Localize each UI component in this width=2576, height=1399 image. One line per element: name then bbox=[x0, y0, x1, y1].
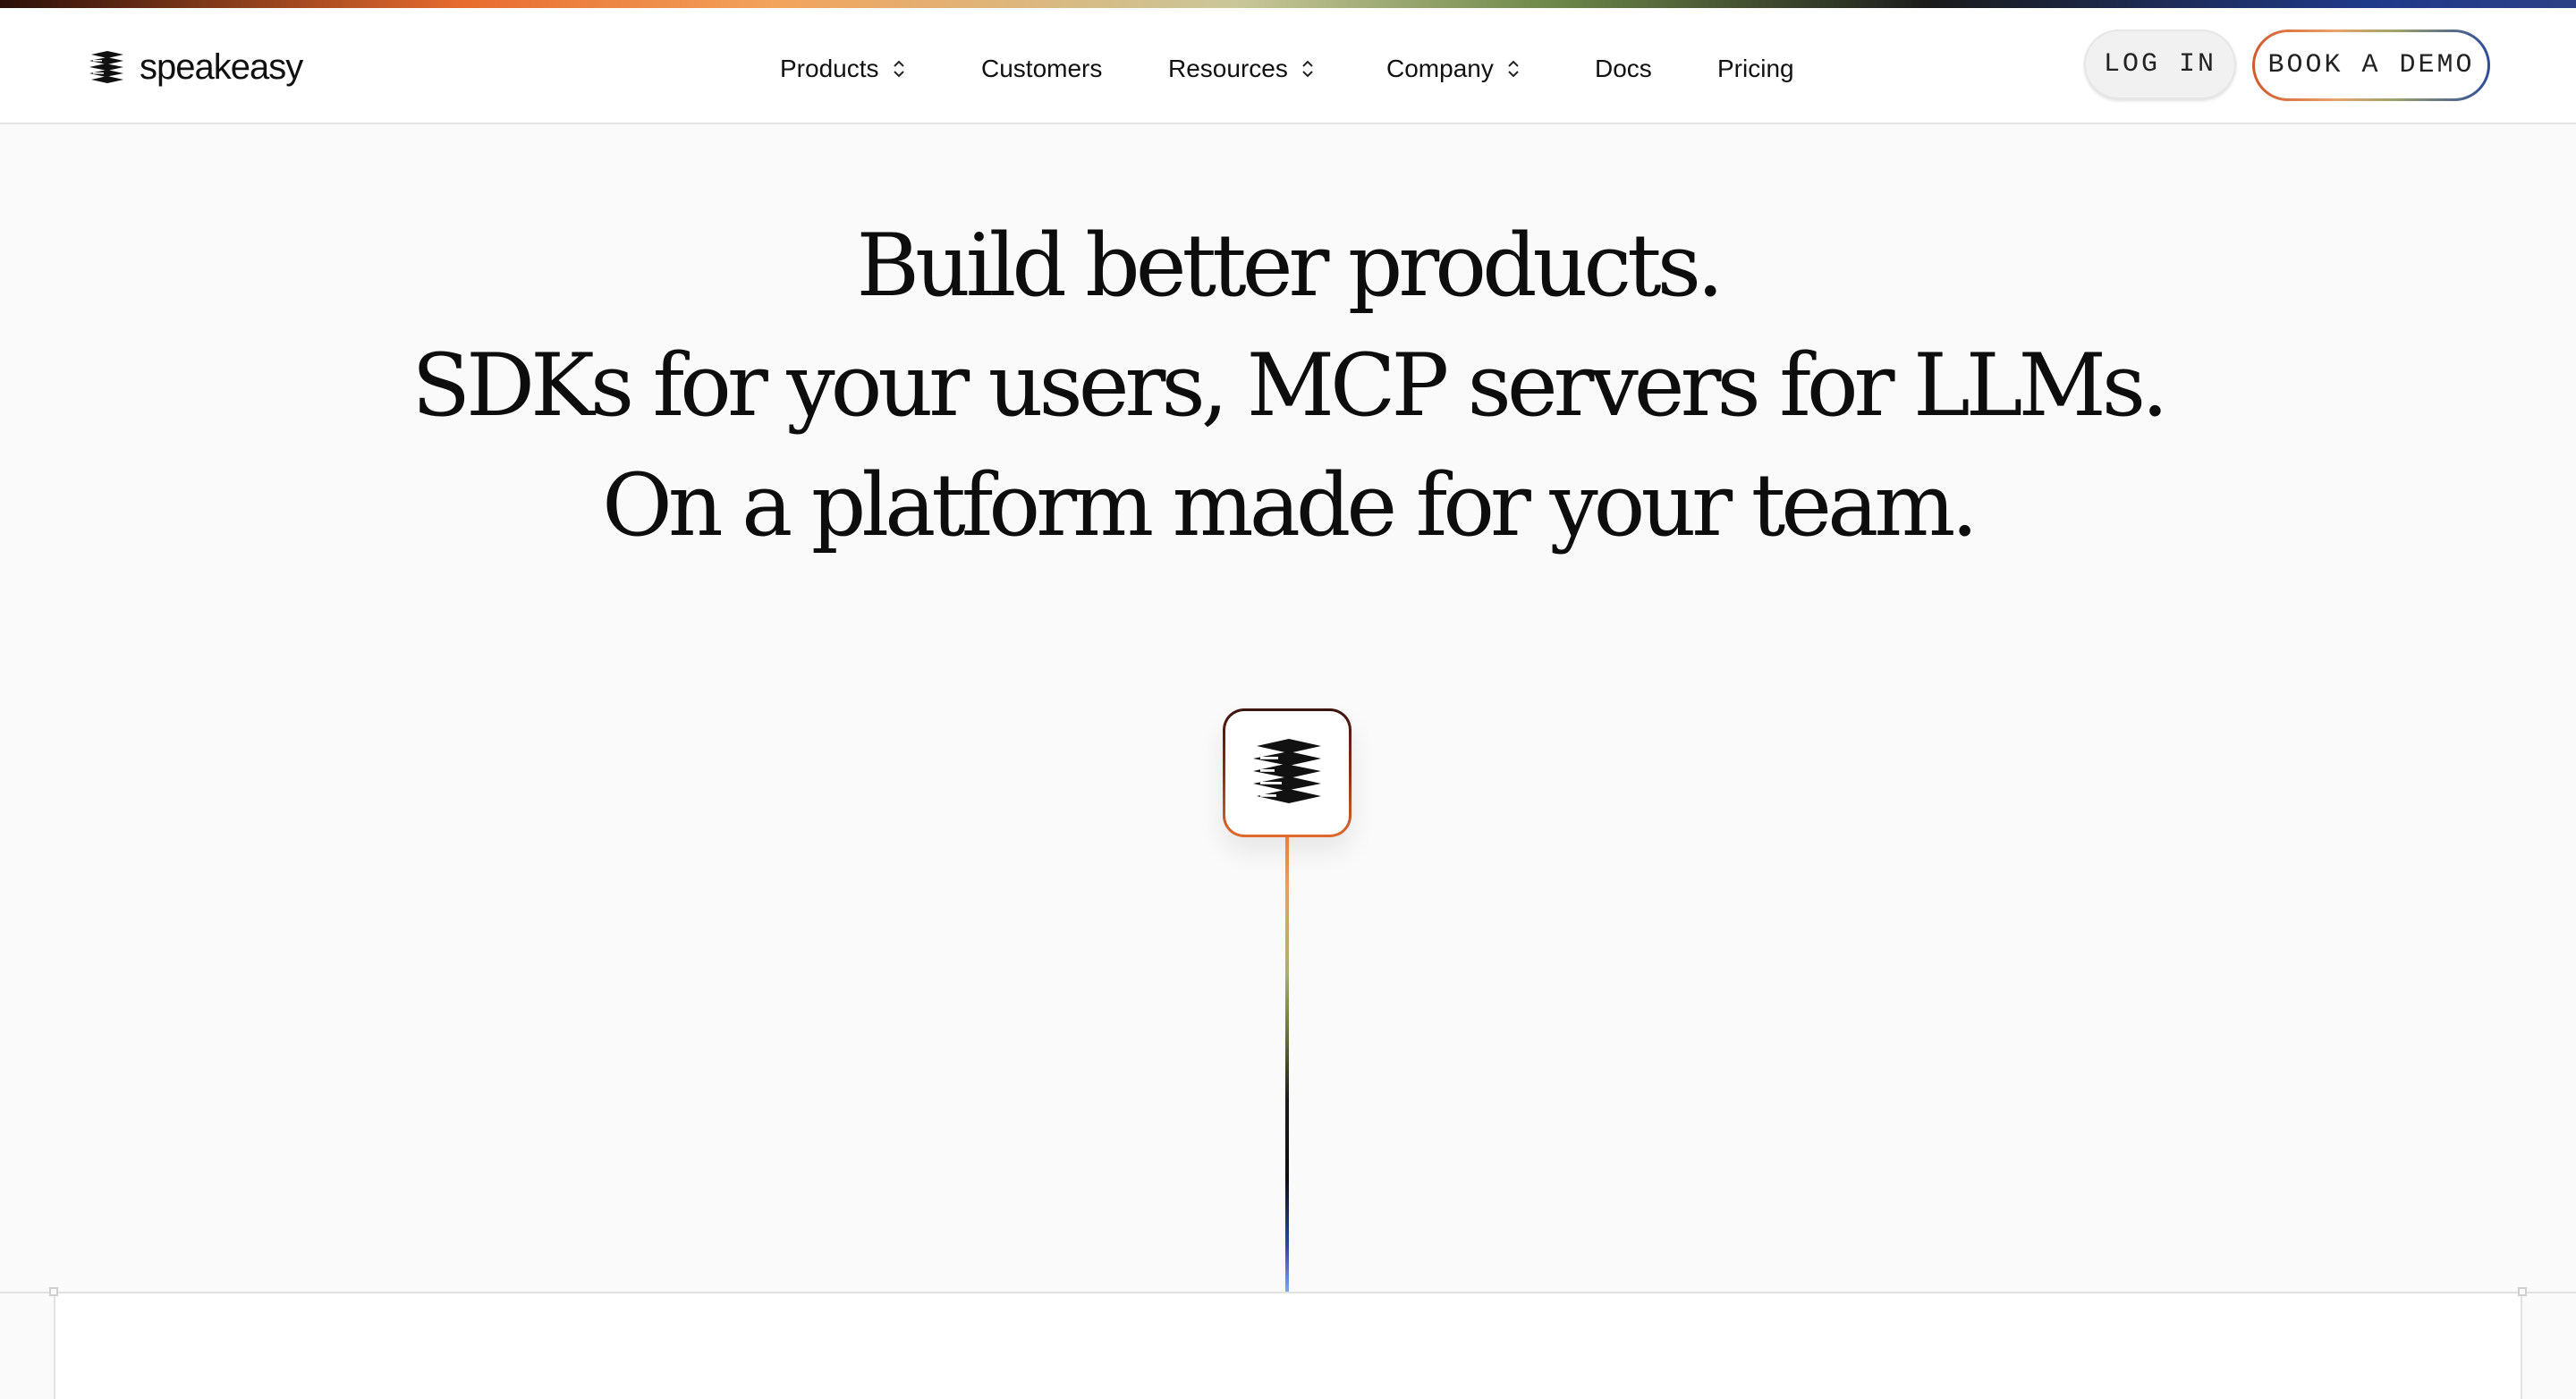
chevron-updown-icon bbox=[1506, 58, 1521, 80]
book-demo-label: BOOK A DEMO bbox=[2255, 32, 2487, 98]
nav-item-resources[interactable]: Resources bbox=[1168, 51, 1315, 87]
brand-logo[interactable]: speakeasy bbox=[88, 44, 303, 90]
center-logo-card bbox=[1223, 708, 1352, 837]
brand-name: speakeasy bbox=[140, 47, 303, 87]
hero-line-3: On a platform made for your team. bbox=[602, 455, 1979, 555]
nav-item-products[interactable]: Products bbox=[780, 51, 906, 87]
nav-item-label: Company bbox=[1386, 55, 1494, 82]
hero-line-2: SDKs for your users, MCP servers for LLM… bbox=[411, 335, 2168, 436]
corner-marker-right bbox=[2518, 1287, 2527, 1296]
chevron-updown-icon bbox=[1301, 58, 1315, 80]
top-gradient-bar bbox=[0, 0, 2576, 8]
nav-item-customers[interactable]: Customers bbox=[981, 51, 1102, 87]
hero-line-1: Build better products. bbox=[856, 216, 1724, 316]
stacked-pages-icon bbox=[1250, 735, 1325, 811]
gradient-connector-line bbox=[1285, 837, 1289, 1292]
nav-item-label: Pricing bbox=[1717, 55, 1794, 82]
login-button[interactable]: LOG IN bbox=[2084, 30, 2236, 99]
nav-item-label: Products bbox=[780, 55, 879, 82]
nav-item-label: Resources bbox=[1168, 55, 1288, 82]
nav-item-docs[interactable]: Docs bbox=[1595, 51, 1652, 87]
corner-marker-left bbox=[49, 1287, 58, 1296]
book-demo-button[interactable]: BOOK A DEMO bbox=[2252, 30, 2490, 101]
nav-item-company[interactable]: Company bbox=[1386, 51, 1521, 87]
nav-item-label: Customers bbox=[981, 55, 1103, 82]
nav-item-pricing[interactable]: Pricing bbox=[1717, 51, 1794, 87]
nav-item-label: Docs bbox=[1595, 55, 1652, 82]
stacked-pages-icon bbox=[88, 49, 125, 85]
content-frame bbox=[54, 1292, 2522, 1399]
hero-heading: Build better products. SDKs for your use… bbox=[0, 206, 2576, 565]
chevron-updown-icon bbox=[892, 58, 906, 80]
navbar: speakeasy Products Customers Resources C… bbox=[0, 8, 2576, 124]
